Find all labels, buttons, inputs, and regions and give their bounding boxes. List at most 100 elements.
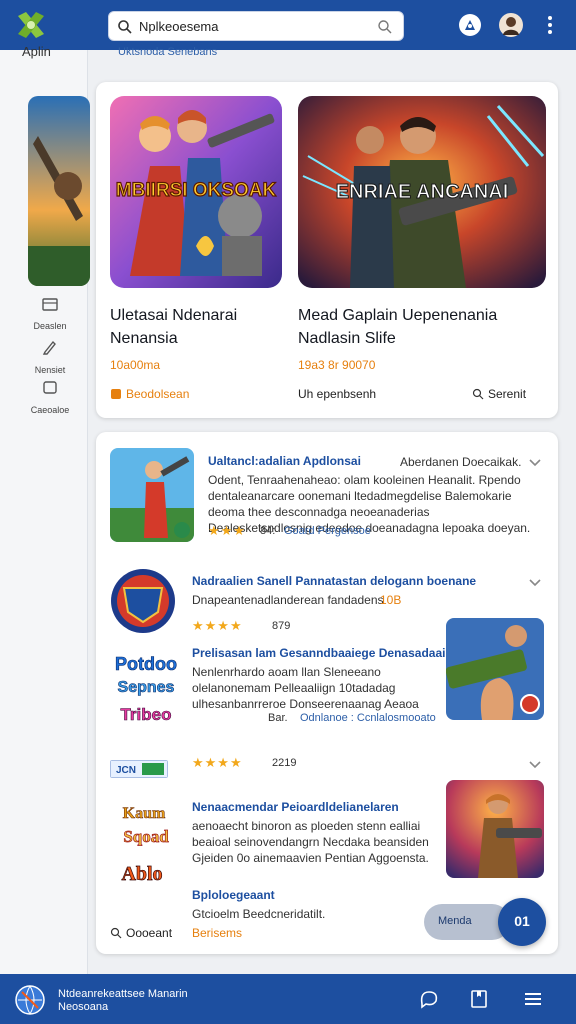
list-item-link[interactable]: Goard Pergensoe	[284, 525, 371, 537]
rail-item-label: Nensiet	[34, 365, 66, 375]
logo-text: Sepnes	[118, 679, 175, 696]
list-item-logos[interactable]: Kaum Sqoad Ablo	[112, 798, 184, 890]
chat-icon[interactable]	[418, 988, 440, 1010]
rail-game-thumbnail[interactable]	[28, 96, 90, 286]
floating-action-button[interactable]: 01	[498, 898, 546, 946]
featured-footer-2[interactable]: Uh epenbsenh	[298, 387, 376, 401]
rail-item-label: Caeoaloe	[30, 405, 70, 415]
game-art-image	[28, 96, 90, 286]
game-art-image	[110, 448, 194, 542]
featured-art-2[interactable]: ENRIAE ANCANAI	[298, 96, 546, 288]
rating-value: 2219	[272, 757, 297, 769]
list-item-badge: JCN	[110, 760, 168, 778]
search-icon	[110, 927, 122, 939]
folder-icon	[42, 298, 58, 311]
card-footer-left[interactable]: Oooeant	[110, 926, 172, 940]
game-art-image: MBIIRSI OKSOAK	[110, 96, 282, 288]
svg-text:Kaum: Kaum	[123, 805, 166, 822]
featured-title-line: Uletasai Ndenarai	[110, 307, 238, 324]
list-item-link[interactable]: Odnlanoe : Ccnlalosmooato	[300, 712, 436, 724]
pencil-icon	[42, 340, 56, 355]
list-item-description: Dnapeantenadlanderean fandadens	[192, 593, 384, 607]
list-item-title[interactable]: Nadraalien Sanell Pannatastan delogann b…	[192, 574, 476, 588]
featured-title-line: Nadlasin Slife	[298, 330, 396, 347]
top-app-bar: Nplkeoesema	[0, 0, 576, 50]
bottom-label-line: Ntdeanrekeattsee Manarin	[58, 988, 188, 1000]
rail-item-1[interactable]: Deaslen	[20, 296, 80, 334]
list-item-logos[interactable]: Potdoo Sepnes Tribeo	[110, 648, 182, 732]
list-item-thumbnail[interactable]	[110, 448, 194, 542]
search-icon	[472, 388, 484, 400]
profile-icon[interactable]	[458, 13, 482, 37]
search-input[interactable]: Nplkeoesema	[139, 19, 219, 34]
chevron-down-icon[interactable]	[528, 760, 542, 770]
tag-icon	[111, 389, 121, 399]
svg-text:Sqoad: Sqoad	[123, 827, 169, 846]
list-item-description: Nenlenrhardo aoam llan Sleneeano olelano…	[192, 665, 419, 711]
rating-stars: ★★★★	[192, 755, 243, 770]
featured-art-title: ENRIAE ANCANAI	[336, 181, 509, 203]
featured-footer-1[interactable]: Beodolsean	[110, 387, 189, 401]
bottom-app-label: Ntdeanrekeattsee Manarin Neosoana	[58, 988, 188, 1014]
game-list-card: Ualtancl:adalian Apdlonsai Aberdanen Doe…	[96, 432, 558, 954]
card-footer-left-label: Oooeant	[126, 926, 173, 940]
featured-title-line: Mead Gaplain Uepenenania	[298, 307, 498, 324]
shield-badge-icon	[111, 569, 175, 633]
avatar[interactable]	[498, 12, 524, 38]
rail-item-3[interactable]: Caeoaloe	[20, 380, 80, 418]
svg-text:Ablo: Ablo	[121, 863, 162, 885]
featured-footer-label: Beodolsean	[126, 387, 190, 401]
game-art-image	[446, 618, 544, 720]
list-item-description-tail: 10B	[380, 593, 402, 607]
view-toggle-label: Menda	[438, 915, 472, 927]
list-item-title-tail: Aberdanen Doecaikak.	[400, 455, 522, 469]
list-item-description: Odent, Tenraahenaheao: olam kooleinen He…	[208, 473, 531, 535]
brand-logo-image: JCN	[110, 760, 168, 778]
featured-search-link[interactable]: Serenit	[472, 387, 526, 401]
featured-title-line: Nenansia	[110, 330, 178, 347]
fab-label: 01	[514, 913, 530, 929]
list-item-subdescription: Gtcioelm Beedcneridatilt.	[192, 907, 326, 921]
rating-stars: ★★★	[208, 523, 246, 538]
chevron-down-icon[interactable]	[528, 578, 542, 588]
featured-title-2[interactable]: Mead Gaplain Uepenenania Nadlasin Slife	[298, 304, 548, 350]
rating-value: 879	[272, 620, 291, 632]
featured-title-1[interactable]: Uletasai Ndenarai Nenansia	[110, 304, 290, 350]
rating-value: 84:	[260, 525, 276, 537]
list-item-title[interactable]: Ualtancl:adalian Apdlonsai	[208, 454, 361, 468]
globe-logo-icon[interactable]	[14, 984, 46, 1016]
bottom-nav-bar: Ntdeanrekeattsee Manarin Neosoana	[0, 974, 576, 1024]
list-item-title[interactable]: Prelisasan lam Gesanndbaaiege Denasadaai	[192, 646, 445, 660]
brand-logo-image: Potdoo Sepnes Tribeo	[115, 654, 178, 725]
list-item-thumbnail[interactable]	[446, 618, 544, 720]
app-logo-icon[interactable]	[14, 8, 48, 42]
featured-art-1[interactable]: MBIIRSI OKSOAK	[110, 96, 282, 288]
chevron-down-icon[interactable]	[528, 458, 542, 468]
list-item-thumbnail[interactable]	[110, 566, 176, 636]
badge-text: JCN	[116, 765, 136, 776]
featured-card: MBIIRSI OKSOAK ENRIAE ANCANAI Uletasai N…	[96, 82, 558, 418]
window-icon	[43, 381, 57, 394]
list-item-subtitle[interactable]: Bploloegeaant	[192, 888, 275, 902]
list-item-link-prefix: Bar.	[268, 712, 288, 724]
rail-item-label: Deaslen	[33, 321, 67, 331]
featured-meta-1: 10a00ma	[110, 358, 161, 372]
section-subtitle: Uktsnoda Senebans	[118, 46, 218, 58]
bottom-label-line: Neosoana	[58, 1001, 109, 1013]
more-options-icon[interactable]	[540, 14, 560, 38]
rail-title: Aplin	[22, 44, 51, 59]
list-item-thumbnail[interactable]	[446, 780, 544, 878]
brand-logo-image: Kaum Sqoad Ablo	[121, 805, 169, 886]
menu-icon[interactable]	[522, 988, 544, 1010]
list-item-description: aenoaecht binoron as ploeden stenn ealli…	[192, 819, 429, 865]
logo-text: Potdoo	[115, 654, 177, 674]
list-item-title[interactable]: Nenaacmendar Peioardldelianelaren	[192, 800, 399, 814]
game-art-image: ENRIAE ANCANAI	[298, 96, 546, 288]
card-footer-right[interactable]: Berisems	[192, 926, 242, 940]
search-bar[interactable]: Nplkeoesema	[108, 11, 404, 41]
bookmark-icon[interactable]	[468, 988, 490, 1010]
game-art-image	[446, 780, 544, 878]
featured-art-title: MBIIRSI OKSOAK	[116, 180, 277, 201]
rail-item-2[interactable]: Nensiet	[20, 338, 80, 378]
search-submit-icon[interactable]	[377, 19, 393, 35]
